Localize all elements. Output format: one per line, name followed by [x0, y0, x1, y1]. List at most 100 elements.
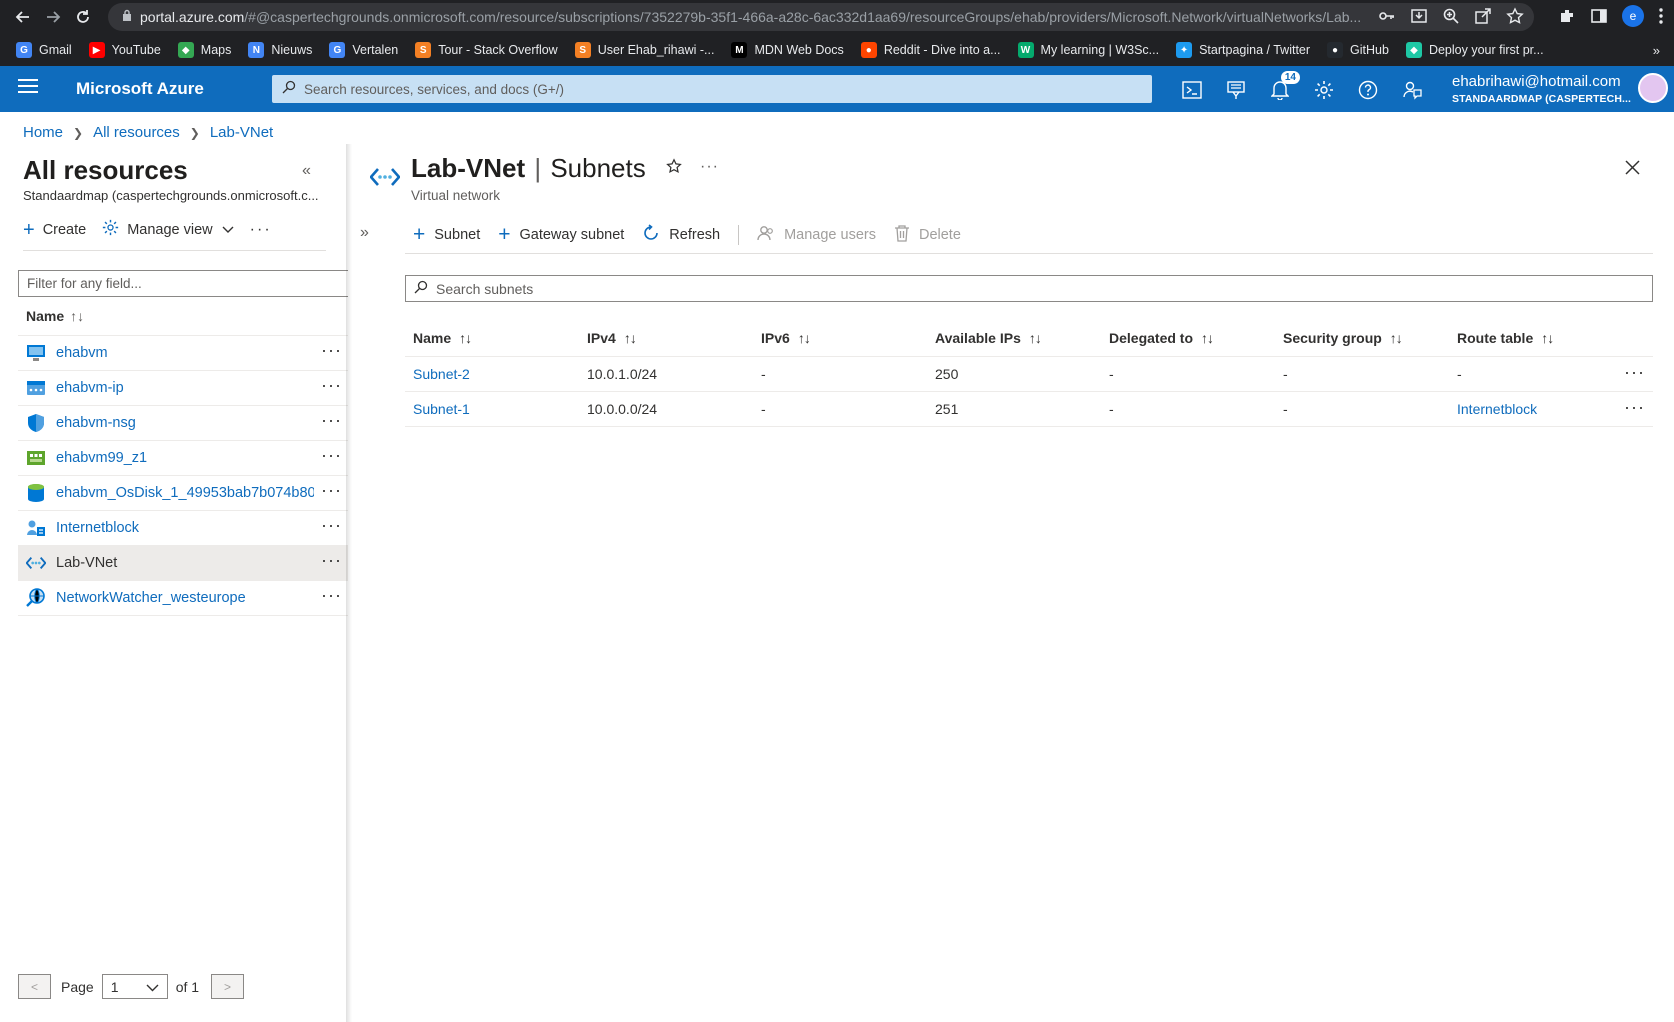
row-more-icon[interactable]: ··· [1624, 363, 1645, 381]
name-column-header[interactable]: Name ↑↓ [26, 308, 84, 324]
settings-gear-icon[interactable] [1312, 78, 1335, 101]
row-more-icon[interactable]: ··· [321, 446, 342, 464]
account-avatar[interactable] [1638, 73, 1668, 103]
breadcrumb-current[interactable]: Lab-VNet [210, 124, 273, 141]
global-search-input[interactable]: Search resources, services, and docs (G+… [272, 75, 1152, 103]
portal-menu-icon[interactable] [18, 79, 38, 97]
bookmark-item[interactable]: ✦ Startpagina / Twitter [1176, 42, 1310, 58]
list-item[interactable]: ehabvm-nsg ··· [18, 406, 348, 441]
bookmark-item[interactable]: ● Reddit - Dive into a... [860, 42, 1001, 58]
resource-name-link[interactable]: ehabvm_OsDisk_1_49953bab7b074b80... [56, 485, 314, 501]
resource-name-link[interactable]: Internetblock [56, 520, 314, 536]
more-bookmarks-icon[interactable]: » [1653, 43, 1660, 58]
bookmark-item[interactable]: ◆ Maps [177, 42, 231, 58]
list-item[interactable]: ehabvm ··· [18, 336, 348, 371]
bookmark-item[interactable]: ◆ Deploy your first pr... [1405, 42, 1544, 58]
column-header[interactable]: Available IPs ↑↓ [927, 330, 1101, 346]
reload-icon[interactable] [68, 2, 98, 32]
manage-view-button[interactable]: Manage view [102, 219, 234, 240]
bookmark-item[interactable]: S Tour - Stack Overflow [415, 42, 558, 58]
table-cell-link[interactable]: Internetblock [1449, 401, 1623, 417]
resource-name-link[interactable]: NetworkWatcher_westeurope [56, 590, 314, 606]
column-header[interactable]: Delegated to ↑↓ [1101, 330, 1275, 346]
add-subnet-button[interactable]: + Subnet [413, 224, 480, 245]
list-item[interactable]: Internetblock ··· [18, 511, 348, 546]
bookmark-item[interactable]: G Gmail [16, 42, 72, 58]
favorite-star-icon[interactable] [666, 158, 682, 179]
bookmark-star-icon[interactable] [1506, 7, 1524, 25]
row-more-icon[interactable]: ··· [321, 551, 342, 569]
resource-name-link[interactable]: ehabvm99_z1 [56, 450, 314, 466]
manage-users-button[interactable]: Manage users [757, 224, 876, 246]
share-icon[interactable] [1474, 7, 1492, 25]
previous-page-button[interactable]: < [18, 974, 51, 999]
list-item[interactable]: ehabvm99_z1 ··· [18, 441, 348, 476]
column-header[interactable]: Name ↑↓ [405, 330, 579, 346]
row-more-icon[interactable]: ··· [1624, 398, 1645, 416]
close-icon[interactable] [1625, 160, 1640, 180]
table-cell-link[interactable]: Subnet-2 [405, 366, 579, 382]
account-info[interactable]: ehabrihawi@hotmail.com STANDAARDMAP (CAS… [1452, 73, 1631, 105]
profile-avatar[interactable]: e [1622, 5, 1644, 27]
column-header[interactable]: Security group ↑↓ [1275, 330, 1449, 346]
sort-icon: ↑↓ [459, 329, 472, 346]
azure-brand[interactable]: Microsoft Azure [76, 79, 204, 99]
resource-name-link[interactable]: ehabvm-ip [56, 380, 314, 396]
resource-name-link[interactable]: ehabvm-nsg [56, 415, 314, 431]
blade-more-icon[interactable]: ··· [700, 158, 719, 176]
forward-icon[interactable] [38, 2, 68, 32]
bookmark-item[interactable]: S User Ehab_rihawi -... [574, 42, 714, 58]
row-more-icon[interactable]: ··· [321, 516, 342, 534]
bookmark-item[interactable]: N Nieuws [248, 42, 312, 58]
row-more-icon[interactable]: ··· [321, 586, 342, 604]
search-subnets-input[interactable]: Search subnets [405, 275, 1653, 302]
cloud-shell-icon[interactable] [1180, 78, 1203, 101]
row-more-icon[interactable]: ··· [321, 411, 342, 429]
key-icon[interactable] [1378, 7, 1396, 25]
list-item[interactable]: Lab-VNet ··· [18, 546, 348, 581]
more-options-icon[interactable]: ··· [250, 221, 272, 239]
page-select[interactable]: 1 [101, 974, 168, 999]
extensions-icon[interactable] [1558, 7, 1576, 25]
table-row[interactable]: Subnet-2 10.0.1.0/24 - 250 - - - ··· [405, 357, 1653, 392]
row-more-icon[interactable]: ··· [321, 376, 342, 394]
back-icon[interactable] [8, 2, 38, 32]
bookmark-item[interactable]: ● GitHub [1327, 42, 1389, 58]
column-header[interactable]: IPv4 ↑↓ [579, 330, 753, 346]
resource-name-link[interactable]: Lab-VNet [56, 555, 314, 571]
column-header[interactable]: IPv6 ↑↓ [753, 330, 927, 346]
filter-input[interactable]: Filter for any field... [18, 270, 348, 297]
side-panel-icon[interactable] [1590, 7, 1608, 25]
bookmark-item[interactable]: M MDN Web Docs [731, 42, 844, 58]
column-header[interactable]: Route table ↑↓ [1449, 330, 1623, 346]
add-gateway-subnet-button[interactable]: + Gateway subnet [498, 224, 624, 245]
directory-filter-icon[interactable] [1224, 78, 1247, 101]
github-icon: ● [1327, 42, 1344, 58]
notifications-icon[interactable]: 14 [1268, 71, 1300, 101]
delete-button[interactable]: Delete [894, 224, 961, 246]
list-item[interactable]: ehabvm_OsDisk_1_49953bab7b074b80... ··· [18, 476, 348, 511]
row-more-icon[interactable]: ··· [321, 341, 342, 359]
install-icon[interactable] [1410, 7, 1428, 25]
table-row[interactable]: Subnet-1 10.0.0.0/24 - 251 - - Internetblock ··… [405, 392, 1653, 427]
list-item[interactable]: NetworkWatcher_westeurope ··· [18, 581, 348, 616]
help-icon[interactable] [1356, 78, 1379, 101]
refresh-button[interactable]: Refresh [642, 223, 720, 246]
breadcrumb-all-resources[interactable]: All resources [93, 124, 180, 141]
address-bar[interactable]: portal.azure.com/#@caspertechgrounds.onm… [108, 3, 1534, 31]
bookmark-item[interactable]: G Vertalen [329, 42, 398, 58]
feedback-icon[interactable] [1400, 78, 1423, 101]
row-more-icon[interactable]: ··· [321, 481, 342, 499]
browser-menu-icon[interactable] [1658, 7, 1664, 25]
expand-panel-icon[interactable]: » [360, 224, 369, 242]
create-button[interactable]: + Create [23, 220, 86, 240]
collapse-panel-icon[interactable]: « [302, 162, 311, 180]
bookmark-item[interactable]: ▶ YouTube [88, 42, 161, 58]
resource-name-link[interactable]: ehabvm [56, 345, 314, 361]
breadcrumb-home[interactable]: Home [23, 124, 63, 141]
next-page-button[interactable]: > [211, 974, 245, 999]
bookmark-item[interactable]: W My learning | W3Sc... [1017, 42, 1159, 58]
zoom-icon[interactable] [1442, 7, 1460, 25]
list-item[interactable]: ehabvm-ip ··· [18, 371, 348, 406]
table-cell-link[interactable]: Subnet-1 [405, 401, 579, 417]
